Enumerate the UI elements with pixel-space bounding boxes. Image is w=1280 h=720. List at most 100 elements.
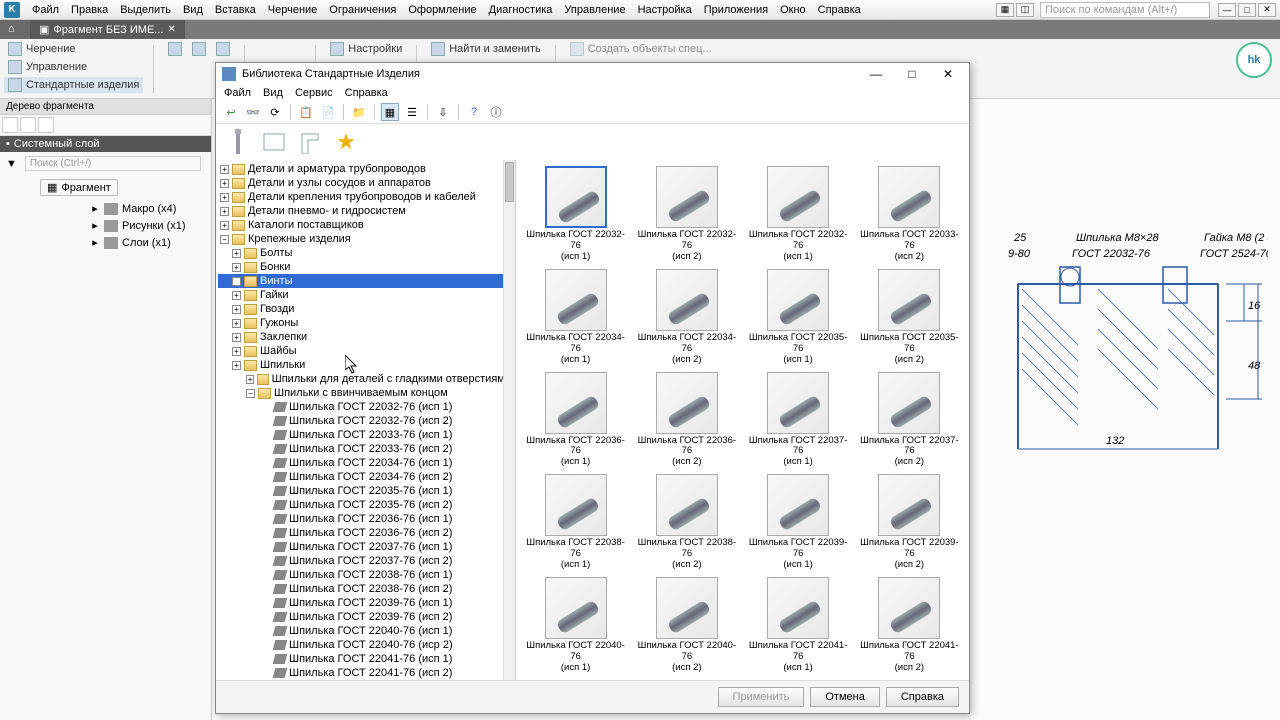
tree-search[interactable]: Поиск (Ctrl+/)	[25, 156, 201, 171]
menu-Настройка[interactable]: Настройка	[632, 2, 698, 18]
thumbnail[interactable]: Шпилька ГОСТ 22040-76(исп 2)	[633, 577, 740, 674]
tree-node[interactable]: Шпилька ГОСТ 22033-76 (исп 1)	[218, 428, 513, 442]
view-large-icon[interactable]: ▦	[381, 103, 399, 121]
expand-icon[interactable]: +	[232, 277, 241, 286]
tree-node[interactable]: +Шпильки для деталей с гладкими отверсти…	[218, 372, 513, 386]
help-icon[interactable]: ?	[465, 103, 483, 121]
tree-node[interactable]: +Каталоги поставщиков	[218, 218, 513, 232]
tree-item[interactable]: ▸Макро (х4)	[0, 200, 211, 217]
expand-icon[interactable]: +	[220, 179, 229, 188]
tree-node[interactable]: Шпилька ГОСТ 22038-76 (исп 1)	[218, 568, 513, 582]
thumbnail[interactable]: Шпилька ГОСТ 22037-76(исп 1)	[745, 372, 852, 469]
dialog-minimize[interactable]: —	[861, 67, 891, 81]
tree-node[interactable]: Шпилька ГОСТ 22041-76 (исп 1)	[218, 652, 513, 666]
refresh-icon[interactable]: ⟳	[266, 103, 284, 121]
thumbnail[interactable]: Шпилька ГОСТ 22041-76(исп 1)	[745, 577, 852, 674]
menu-Вид[interactable]: Вид	[177, 2, 209, 18]
binoc-icon[interactable]: 👓	[244, 103, 262, 121]
menu-Оформление[interactable]: Оформление	[402, 2, 482, 18]
thumbnail[interactable]: Шпилька ГОСТ 22036-76(исп 2)	[633, 372, 740, 469]
menu-Ограничения[interactable]: Ограничения	[323, 2, 402, 18]
dmenu-item[interactable]: Сервис	[295, 87, 333, 99]
tool-icon[interactable]	[188, 41, 210, 57]
maximize-button[interactable]: □	[1238, 3, 1256, 17]
settings-button[interactable]: Настройки	[326, 41, 406, 57]
filter-icon[interactable]: ▼	[6, 158, 17, 170]
panel-tool-icon[interactable]	[20, 117, 36, 133]
expand-icon[interactable]: +	[232, 333, 241, 342]
expand-icon[interactable]: +	[232, 319, 241, 328]
expand-icon[interactable]: +	[232, 305, 241, 314]
thumbnail[interactable]: Шпилька ГОСТ 22032-76(исп 1)	[745, 166, 852, 263]
tree-node[interactable]: Шпилька ГОСТ 22035-76 (исп 1)	[218, 484, 513, 498]
thumbnail[interactable]: Шпилька ГОСТ 22040-76(исп 1)	[522, 577, 629, 674]
tree-node[interactable]: +Детали крепления трубопроводов и кабеле…	[218, 190, 513, 204]
layout2-icon[interactable]: ◫	[1016, 3, 1034, 17]
tree-node[interactable]: Шпилька ГОСТ 22040-76 (исp 2)	[218, 638, 513, 652]
menu-Управление[interactable]: Управление	[558, 2, 631, 18]
find-replace-button[interactable]: Найти и заменить	[427, 41, 544, 57]
library-tree[interactable]: +Детали и арматура трубопроводов+Детали …	[216, 160, 516, 680]
document-tab[interactable]: ▣ Фрагмент БЕЗ ИМЕ... ✕	[31, 20, 185, 39]
expand-icon[interactable]: +	[220, 221, 229, 230]
dialog-maximize[interactable]: □	[897, 67, 927, 81]
info-icon[interactable]: ⓘ	[487, 103, 505, 121]
tree-node[interactable]: +Гайки	[218, 288, 513, 302]
tab-bolt-icon[interactable]	[224, 128, 252, 156]
thumbnail[interactable]: Шпилька ГОСТ 22033-76(исп 2)	[856, 166, 963, 263]
tree-node[interactable]: Шпилька ГОСТ 22039-76 (исп 1)	[218, 596, 513, 610]
tree-node[interactable]: +Винты	[218, 274, 513, 288]
close-tab-icon[interactable]: ✕	[167, 24, 175, 35]
expand-icon[interactable]: +	[220, 165, 229, 174]
tree-node[interactable]: Шпилька ГОСТ 22041-76 (исп 2)	[218, 666, 513, 680]
tree-node[interactable]: Шпилька ГОСТ 22039-76 (исп 2)	[218, 610, 513, 624]
apply-button[interactable]: Применить	[718, 687, 805, 707]
expand-icon[interactable]: +	[220, 193, 229, 202]
expand-icon[interactable]: +	[246, 375, 254, 384]
tool-icon[interactable]	[212, 41, 234, 57]
view-list-icon[interactable]: ☰	[403, 103, 421, 121]
tree-node[interactable]: +Детали и узлы сосудов и аппаратов	[218, 176, 513, 190]
tree-node[interactable]: Шпилька ГОСТ 22037-76 (исп 2)	[218, 554, 513, 568]
tab-profile-icon[interactable]	[296, 128, 324, 156]
panel-tool-icon[interactable]	[38, 117, 54, 133]
menu-Вставка[interactable]: Вставка	[209, 2, 262, 18]
create-spec-button[interactable]: Создать объекты спец...	[566, 41, 716, 57]
ribbon-standard[interactable]: Стандартные изделия	[4, 77, 143, 93]
help-button[interactable]: Справка	[886, 687, 959, 707]
menu-Приложения[interactable]: Приложения	[698, 2, 774, 18]
expand-icon[interactable]: +	[232, 347, 241, 356]
thumbnail[interactable]: Шпилька ГОСТ 22032-76(исп 1)	[522, 166, 629, 263]
tree-node[interactable]: Шпилька ГОСТ 22033-76 (исп 2)	[218, 442, 513, 456]
tool-icon[interactable]	[164, 41, 186, 57]
expand-icon[interactable]: +	[220, 207, 229, 216]
tab-favorites-icon[interactable]: ★	[332, 128, 360, 156]
layout-icon[interactable]: ▦	[996, 3, 1014, 17]
layer-row[interactable]: ▪ Системный слой	[0, 136, 211, 152]
paste-icon[interactable]: 📄	[319, 103, 337, 121]
tree-item[interactable]: ▸Слои (х1)	[0, 234, 211, 251]
expand-icon[interactable]: −	[220, 235, 229, 244]
folder-icon[interactable]: 📁	[350, 103, 368, 121]
menu-Черчение[interactable]: Черчение	[262, 2, 324, 18]
menu-Выделить[interactable]: Выделить	[114, 2, 177, 18]
cancel-button[interactable]: Отмена	[810, 687, 879, 707]
dmenu-item[interactable]: Файл	[224, 87, 251, 99]
menu-Окно[interactable]: Окно	[774, 2, 812, 18]
tree-node[interactable]: +Детали пневмо- и гидросистем	[218, 204, 513, 218]
tree-node[interactable]: +Болты	[218, 246, 513, 260]
close-button[interactable]: ✕	[1258, 3, 1276, 17]
tree-node[interactable]: Шпилька ГОСТ 22035-76 (исп 2)	[218, 498, 513, 512]
tree-node[interactable]: Шпилька ГОСТ 22032-76 (исп 1)	[218, 400, 513, 414]
tree-node[interactable]: Шпилька ГОСТ 22036-76 (исп 1)	[218, 512, 513, 526]
tree-node[interactable]: Шпилька ГОСТ 22036-76 (исп 2)	[218, 526, 513, 540]
tree-item[interactable]: ▸Рисунки (х1)	[0, 217, 211, 234]
copy-icon[interactable]: 📋	[297, 103, 315, 121]
dmenu-item[interactable]: Вид	[263, 87, 283, 99]
thumbnail[interactable]: Шпилька ГОСТ 22037-76(исп 2)	[856, 372, 963, 469]
thumbnail[interactable]: Шпилька ГОСТ 22038-76(исп 2)	[633, 474, 740, 571]
tab-struct-icon[interactable]	[260, 128, 288, 156]
thumbnail[interactable]: Шпилька ГОСТ 22032-76(исп 2)	[633, 166, 740, 263]
fragment-pill[interactable]: ▦ Фрагмент	[40, 179, 118, 196]
tree-node[interactable]: +Шпильки	[218, 358, 513, 372]
